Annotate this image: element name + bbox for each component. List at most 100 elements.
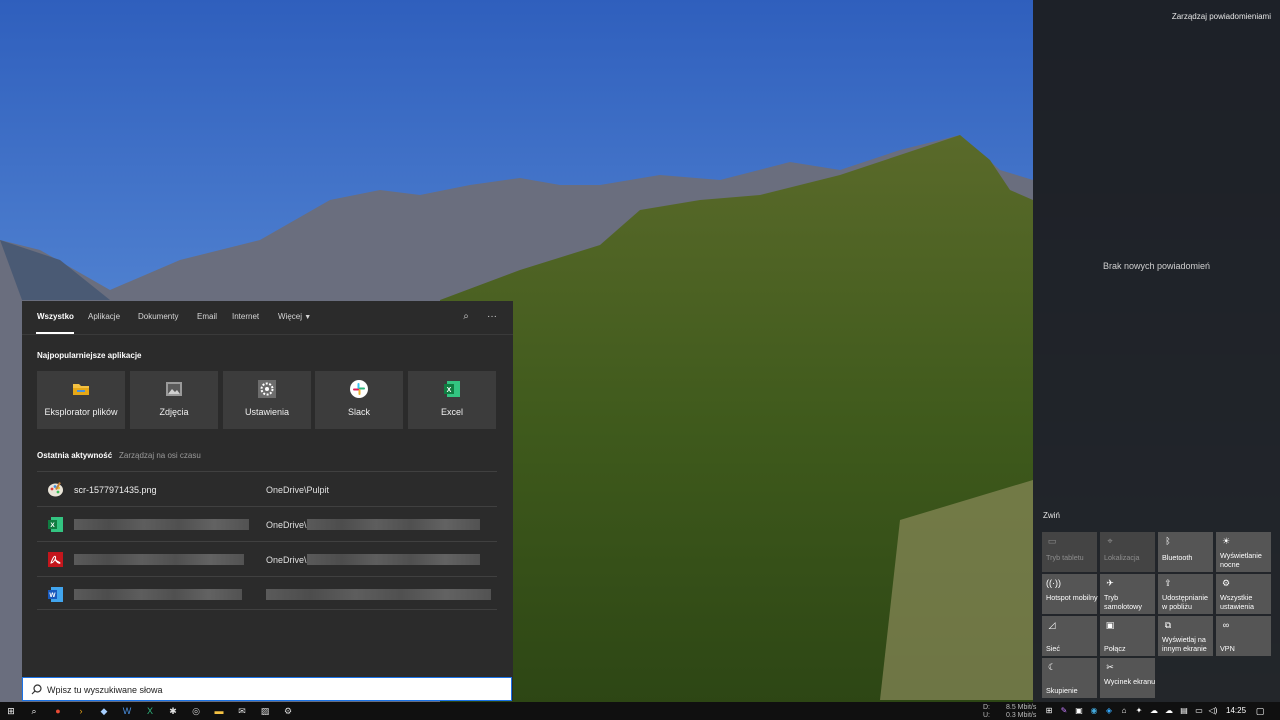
snip-icon: ✂ bbox=[1106, 662, 1114, 672]
onedrive-icon[interactable]: ☁ bbox=[1148, 705, 1160, 717]
tray-icon[interactable]: ✦ bbox=[1133, 705, 1145, 717]
quick-action-connect[interactable]: ▣ Połącz bbox=[1100, 616, 1155, 656]
quick-action-screen-snip[interactable]: ✂ Wycinek ekranu bbox=[1100, 658, 1155, 698]
quick-action-tablet-mode[interactable]: ▭ Tryb tabletu bbox=[1042, 532, 1097, 572]
app-tile-photos[interactable]: Zdjęcia bbox=[130, 371, 218, 429]
quick-action-label: Sieć bbox=[1046, 644, 1060, 653]
bluetooth-icon: ᛒ bbox=[1165, 536, 1171, 546]
vpn-icon: ∞ bbox=[1222, 620, 1230, 630]
folder-icon[interactable]: ▬ bbox=[213, 705, 225, 717]
volume-icon[interactable]: ◁) bbox=[1207, 705, 1219, 717]
manage-timeline-link[interactable]: Zarządzaj na osi czasu bbox=[119, 451, 201, 460]
app-icon[interactable]: ◆ bbox=[98, 705, 110, 717]
quick-action-label: Lokalizacja bbox=[1104, 553, 1140, 562]
focus-assist-icon: ☾ bbox=[1047, 662, 1057, 672]
manage-notifications-link[interactable]: Zarządzaj powiadomieniami bbox=[1172, 12, 1271, 21]
quick-action-location[interactable]: ⌖ Lokalizacja bbox=[1100, 532, 1155, 572]
app-tile-excel[interactable]: X Excel bbox=[408, 371, 496, 429]
more-options-icon[interactable]: ··· bbox=[485, 310, 499, 324]
mail-icon[interactable]: ✉ bbox=[236, 705, 248, 717]
app-tile-label: Ustawienia bbox=[244, 407, 290, 417]
app-tile-settings[interactable]: Ustawienia bbox=[223, 371, 311, 429]
tray-icon[interactable]: ✎ bbox=[1058, 705, 1070, 717]
tray-icon[interactable]: ◈ bbox=[1103, 705, 1115, 717]
taskbar-clock[interactable]: 14:25 bbox=[1226, 706, 1246, 715]
search-panel: Wszystko Aplikacje Dokumenty Email Inter… bbox=[22, 301, 513, 701]
nearby-share-icon: ⇪ bbox=[1164, 578, 1172, 588]
gear-icon[interactable]: ⚙ bbox=[282, 705, 294, 717]
recent-item[interactable]: OneDrive\ bbox=[37, 541, 497, 575]
app-tile-label: Eksplorator plików bbox=[44, 407, 118, 417]
tablet-icon: ▭ bbox=[1047, 536, 1057, 546]
quick-action-focus-assist[interactable]: ☾ Skupienie bbox=[1042, 658, 1097, 698]
photos-icon[interactable]: ▨ bbox=[259, 705, 271, 717]
tab-all[interactable]: Wszystko bbox=[37, 312, 74, 321]
quick-action-vpn[interactable]: ∞ VPN bbox=[1216, 616, 1271, 656]
feedback-icon[interactable]: ⌕ bbox=[459, 310, 473, 324]
upload-label: U: bbox=[983, 712, 990, 719]
quick-action-mobile-hotspot[interactable]: ((·)) Hotspot mobilny bbox=[1042, 574, 1098, 614]
tab-email[interactable]: Email bbox=[197, 312, 217, 321]
photos-icon bbox=[166, 382, 182, 396]
redacted-path bbox=[266, 589, 491, 600]
svg-text:X: X bbox=[50, 522, 55, 529]
excel-icon[interactable]: X bbox=[144, 705, 156, 717]
recent-item-path: OneDrive\Pulpit bbox=[266, 485, 330, 495]
search-input[interactable] bbox=[47, 682, 487, 697]
collapse-quick-actions[interactable]: Zwiń bbox=[1043, 511, 1060, 520]
quick-action-network[interactable]: ◿ Sieć bbox=[1042, 616, 1097, 656]
recent-item-path: OneDrive\ bbox=[266, 520, 307, 530]
active-tab-indicator bbox=[36, 332, 74, 334]
quick-action-label: Bluetooth bbox=[1162, 553, 1193, 562]
recent-item[interactable]: X OneDrive\ bbox=[37, 506, 497, 540]
slack-icon[interactable]: ✱ bbox=[167, 705, 179, 717]
excel-icon: X bbox=[444, 381, 460, 397]
app-icon[interactable]: ◎ bbox=[190, 705, 202, 717]
airplane-icon: ✈ bbox=[1106, 578, 1114, 588]
search-box[interactable] bbox=[22, 677, 512, 701]
onedrive-icon[interactable]: ☁ bbox=[1163, 705, 1175, 717]
word-icon[interactable]: W bbox=[121, 705, 133, 717]
location-icon: ⌖ bbox=[1107, 536, 1113, 546]
network-icon[interactable]: ▭ bbox=[1193, 705, 1205, 717]
recent-item[interactable]: scr-1577971435.png OneDrive\Pulpit bbox=[37, 471, 497, 505]
quick-action-airplane-mode[interactable]: ✈ Tryb samolotowy bbox=[1100, 574, 1155, 614]
no-notifications-text: Brak nowych powiadomień bbox=[1102, 261, 1211, 271]
tab-web[interactable]: Internet bbox=[232, 312, 259, 321]
quick-action-project[interactable]: ⧉ Wyświetlaj na innym ekranie bbox=[1158, 616, 1213, 656]
app-tile-file-explorer[interactable]: Eksplorator plików bbox=[37, 371, 125, 429]
tray-icon[interactable]: ⌂ bbox=[1118, 705, 1130, 717]
svg-text:X: X bbox=[447, 387, 452, 394]
tab-documents[interactable]: Dokumenty bbox=[138, 312, 178, 321]
quick-action-bluetooth[interactable]: ᛒ Bluetooth bbox=[1158, 532, 1213, 572]
network-icon: ◿ bbox=[1048, 620, 1056, 630]
search-icon[interactable]: ⌕ bbox=[28, 705, 40, 717]
recent-item-path: OneDrive\ bbox=[266, 555, 307, 565]
notification-center-icon[interactable]: ▢ bbox=[1254, 705, 1266, 717]
redacted-path bbox=[307, 554, 480, 565]
tray-icon[interactable]: ▤ bbox=[1178, 705, 1190, 717]
recent-item-name: scr-1577971435.png bbox=[74, 485, 157, 495]
tray-icon[interactable]: ⊞ bbox=[1043, 705, 1055, 717]
paint-icon bbox=[48, 482, 63, 497]
app-tile-label: Slack bbox=[347, 407, 370, 417]
excel-icon: X bbox=[48, 517, 63, 532]
app-tile-slack[interactable]: Slack bbox=[315, 371, 403, 429]
quick-action-all-settings[interactable]: ⚙ Wszystkie ustawienia bbox=[1216, 574, 1271, 614]
settings-icon: ⚙ bbox=[1221, 578, 1231, 588]
action-center: Zarządzaj powiadomieniami Brak nowych po… bbox=[1033, 0, 1280, 702]
terminal-icon[interactable]: › bbox=[75, 705, 87, 717]
night-light-icon: ☀ bbox=[1221, 536, 1231, 546]
tab-apps[interactable]: Aplikacje bbox=[88, 312, 120, 321]
tray-icon[interactable]: ▣ bbox=[1073, 705, 1085, 717]
folder-icon bbox=[73, 384, 89, 395]
redacted-filename bbox=[74, 554, 244, 565]
quick-action-nearby-sharing[interactable]: ⇪ Udostępnianie w pobliżu bbox=[1158, 574, 1213, 614]
windows-start-icon[interactable]: ⊞ bbox=[5, 705, 17, 717]
tab-more[interactable]: Więcej ▼ bbox=[278, 312, 311, 321]
chrome-icon[interactable]: ● bbox=[52, 705, 64, 717]
tray-icon[interactable]: ◉ bbox=[1088, 705, 1100, 717]
quick-action-night-light[interactable]: ☀ Wyświetlanie nocne bbox=[1216, 532, 1271, 572]
recent-item[interactable]: W bbox=[37, 576, 497, 610]
svg-text:W: W bbox=[49, 592, 56, 599]
